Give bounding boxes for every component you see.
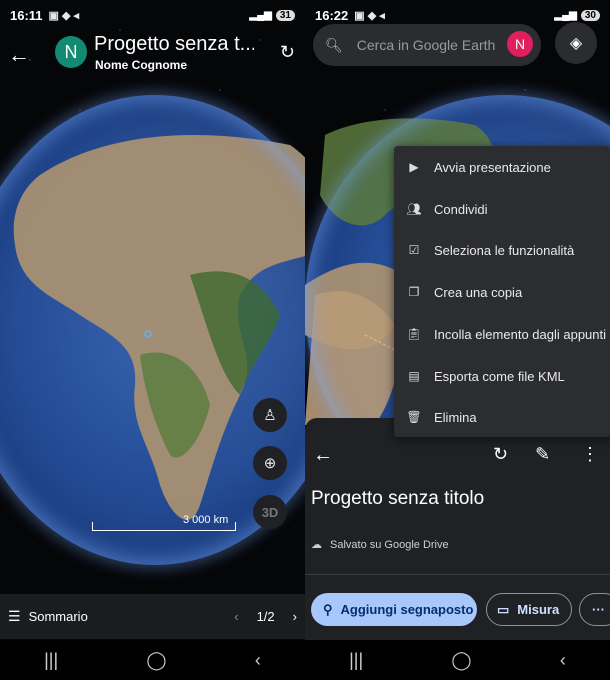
signal-icon: ▂▄▆ [554, 9, 577, 21]
menu-item-paste[interactable]: 📋︎ Incolla elemento dagli appunti [394, 313, 610, 355]
3d-toggle-button[interactable]: 3D [253, 495, 287, 529]
saved-status: ☁ Salvato su Google Drive [311, 538, 449, 552]
measure-label: Misura [517, 602, 560, 617]
recent-apps-icon[interactable]: ||| [349, 650, 363, 671]
left-screen: 16:11 ▣ ◆ ◂ ▂▄▆ 31 ← N Progetto senza t.… [0, 0, 305, 680]
location-pin-icon: ⚲ [323, 601, 333, 617]
battery-indicator: 30 [580, 9, 600, 21]
summary-bar: ☰ Sommario ‹ 1/2 › [0, 594, 305, 639]
search-placeholder: Cerca in Google Earth [356, 37, 496, 53]
home-icon[interactable]: ◯ [451, 650, 471, 671]
scale-label: 3 000 km [183, 514, 229, 526]
trash-icon: 🗑︎ [406, 410, 422, 424]
avatar[interactable]: N [507, 31, 533, 57]
list-icon[interactable]: ☰ [8, 608, 21, 625]
menu-item-select-features[interactable]: ☑ Seleziona le funzionalità [394, 229, 610, 271]
user-name: Nome Cognome [95, 58, 188, 72]
saved-label: Salvato su Google Drive [330, 538, 449, 551]
prev-icon[interactable]: ‹ [234, 609, 238, 624]
menu-item-delete[interactable]: 🗑︎ Elimina [394, 396, 610, 438]
checkbox-icon: ☑ [408, 243, 420, 257]
edit-pencil-icon[interactable]: ✎ [535, 444, 550, 465]
status-time: 16:11 [10, 7, 43, 23]
more-vert-icon[interactable]: ⋮ [581, 444, 599, 465]
menu-item-label: Seleziona le funzionalità [434, 242, 575, 258]
summary-label[interactable]: Sommario [29, 609, 88, 624]
back-arrow-icon[interactable]: ← [8, 42, 30, 68]
search-bar[interactable]: 🔍︎ Cerca in Google Earth N [313, 24, 541, 66]
share-people-icon: 👥︎ [406, 202, 422, 216]
back-nav-icon[interactable]: ‹ [255, 650, 261, 671]
sync-icon[interactable]: ↻ [280, 42, 295, 63]
clipboard-icon: 📋︎ [406, 327, 422, 341]
more-actions-button[interactable]: ··· [579, 593, 610, 626]
pegman-icon: ♙ [263, 407, 277, 424]
measure-button[interactable]: ▭ Misura [486, 593, 572, 626]
my-location-button[interactable]: ⊕ [253, 446, 287, 480]
notification-icons: ▣ ◆ ◂ [48, 9, 80, 22]
search-icon: 🔍︎ [325, 36, 343, 53]
pager: ‹ 1/2 › [234, 609, 297, 624]
layers-button[interactable]: ◈ [555, 22, 597, 64]
ruler-icon: ▭ [497, 601, 510, 617]
recent-apps-icon[interactable]: ||| [44, 650, 58, 671]
menu-item-start-presentation[interactable]: ▶ Avvia presentazione [394, 146, 610, 188]
right-screen: 16:22 ▣ ◆ ◂ ▂▄▆ 30 🔍︎ Cerca in Google Ea… [305, 0, 610, 680]
play-icon: ▶ [409, 160, 419, 174]
add-placemark-label: Aggiungi segnaposto [340, 602, 474, 617]
system-nav-bar: ||| ◯ ‹ [305, 640, 610, 680]
menu-item-label: Crea una copia [434, 284, 523, 300]
divider [305, 574, 610, 575]
copy-icon: ❐ [408, 285, 420, 299]
avatar[interactable]: N [55, 36, 87, 68]
overflow-menu: ▶ Avvia presentazione 👥︎ Condividi ☑ Sel… [394, 146, 610, 437]
project-title: Progetto senza titolo [311, 488, 485, 509]
status-time: 16:22 [315, 7, 349, 23]
add-placemark-button[interactable]: ⚲ Aggiungi segnaposto [311, 593, 477, 626]
back-nav-icon[interactable]: ‹ [560, 650, 566, 671]
menu-item-make-copy[interactable]: ❐ Crea una copia [394, 271, 610, 313]
menu-item-label: Condividi [434, 201, 488, 217]
layers-icon: ◈ [569, 35, 583, 52]
system-nav-bar: ||| ◯ ‹ [0, 640, 305, 680]
project-header: ← N Progetto senza t... Nome Cognome ↻ [0, 30, 305, 86]
page-title: Progetto senza t... [94, 33, 254, 55]
status-bar: 16:11 ▣ ◆ ◂ ▂▄▆ 31 [0, 0, 305, 30]
cloud-icon: ☁ [311, 539, 322, 551]
location-icon: ⊕ [263, 455, 277, 472]
page-indicator: 1/2 [256, 609, 275, 624]
battery-indicator: 31 [275, 9, 295, 21]
menu-item-label: Incolla elemento dagli appunti [434, 326, 607, 342]
menu-item-share[interactable]: 👥︎ Condividi [394, 188, 610, 230]
next-icon[interactable]: › [293, 609, 297, 624]
project-sheet: ← ↻ ✎ ⋮ Progetto senza titolo ☁ Salvato … [305, 418, 610, 640]
back-arrow-icon[interactable]: ← [313, 444, 333, 467]
pegman-button[interactable]: ♙ [253, 398, 287, 432]
menu-item-export-kml[interactable]: ▤ Esporta come file KML [394, 355, 610, 397]
menu-item-label: Esporta come file KML [434, 368, 565, 384]
atmosphere-glow [0, 95, 305, 565]
refresh-icon[interactable]: ↻ [493, 444, 508, 465]
menu-item-label: Avvia presentazione [434, 159, 551, 175]
menu-item-label: Elimina [434, 409, 477, 425]
more-horiz-icon: ··· [592, 602, 605, 617]
kml-icon: ▤ [408, 369, 420, 383]
home-icon[interactable]: ◯ [146, 650, 166, 671]
notification-icons: ▣ ◆ ◂ [354, 9, 385, 22]
signal-icon: ▂▄▆ [249, 9, 272, 21]
